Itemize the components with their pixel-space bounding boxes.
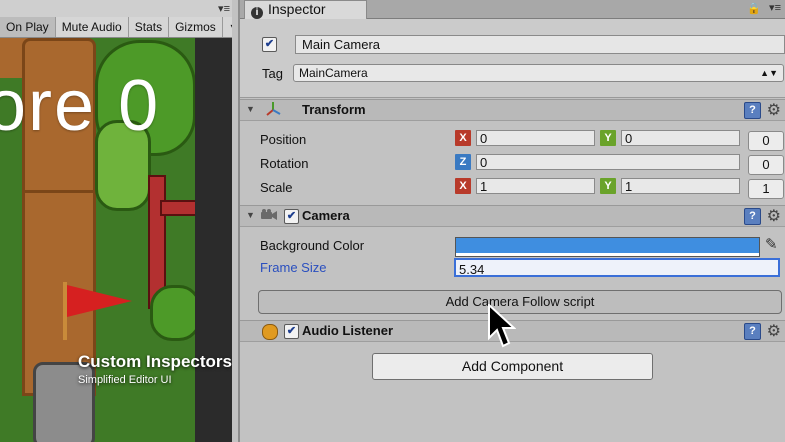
game-view-tabbar: ▾≡ [0,0,232,17]
scale-x-field[interactable]: 1 [476,178,595,194]
gizmos-toggle[interactable]: Gizmos [169,17,223,37]
tab-inspector[interactable]: i Inspector [244,0,367,19]
position-y-field[interactable]: 0 [621,130,740,146]
inspector-tabbar: i Inspector 🔒 ▾≡ [240,0,785,19]
position-y-axis-label[interactable]: Y [600,130,616,146]
position-reset-button[interactable]: 0 [748,131,784,151]
menu-icon[interactable]: ▾≡ [218,2,230,15]
position-x-axis-label[interactable]: X [455,130,471,146]
gizmos-dropdown-icon[interactable]: ▼ [223,17,232,37]
maximize-on-play-toggle[interactable]: On Play [0,17,56,37]
scale-reset-button[interactable]: 1 [748,179,784,199]
mute-audio-toggle[interactable]: Mute Audio [56,17,129,37]
lock-icon[interactable]: 🔒 [747,2,761,15]
gear-icon[interactable]: ⚙ [767,321,781,341]
active-checkbox[interactable]: ✔ [262,37,277,52]
red-flag [67,285,132,317]
score-text: ore 0 [0,66,161,146]
gameobject-header: ✔ Main Camera Tag MainCamera ▲▼ [240,19,785,98]
eyedropper-icon[interactable]: ✎ [765,235,778,253]
position-label: Position [260,132,307,147]
updown-arrow-icon: ▲▼ [760,68,778,78]
video-caption: Custom Inspectors for all scripts Simpli… [78,352,232,386]
foldout-arrow-icon[interactable]: ▼ [246,104,255,114]
stats-toggle[interactable]: Stats [129,17,170,37]
rotation-z-axis-label[interactable]: Z [455,154,471,170]
tag-dropdown[interactable]: MainCamera ▲▼ [293,64,784,82]
scale-y-axis-label[interactable]: Y [600,178,616,194]
frame-size-label: Frame Size [260,260,327,275]
help-icon[interactable]: ? [744,323,761,340]
info-icon: i [251,7,263,19]
inspector-panel: i Inspector 🔒 ▾≡ ✔ Main Camera Tag MainCa… [238,0,785,442]
caption-title: Custom Inspectors for all scripts [78,352,232,371]
rotation-reset-button[interactable]: 0 [748,155,784,175]
camera-icon [260,208,278,225]
audio-listener-icon [262,324,278,340]
color-alpha-bar [456,253,759,256]
help-icon[interactable]: ? [744,102,761,119]
tab-inspector-label: Inspector [268,1,326,17]
camera-title: Camera [302,208,350,223]
tag-dropdown-value: MainCamera [299,66,368,80]
transform-title: Transform [302,102,366,117]
gear-icon[interactable]: ⚙ [767,100,781,120]
gameobject-name-field[interactable]: Main Camera [295,35,785,54]
gear-icon[interactable]: ⚙ [767,206,781,226]
tree-branch [160,200,199,216]
rotation-label: Rotation [260,156,309,171]
audio-listener-title: Audio Listener [302,323,394,338]
transform-axes-icon [264,100,282,121]
transform-header[interactable]: ▼ Transform ? ⚙ [240,99,785,121]
background-color-label: Background Color [260,238,365,253]
frame-size-field[interactable]: 5.34 [454,258,780,277]
game-view-toolbar: On Play Mute Audio Stats Gizmos ▼ [0,17,232,38]
scale-y-field[interactable]: 1 [621,178,740,194]
scale-x-axis-label[interactable]: X [455,178,471,194]
background-color-field[interactable] [455,237,760,257]
bush [150,285,201,341]
caption-subtitle: Simplified Editor UI [78,374,172,386]
game-view[interactable]: ore 0 Custom Inspectors for all scripts … [0,0,232,442]
rotation-z-field[interactable]: 0 [476,154,740,170]
help-icon[interactable]: ? [744,208,761,225]
foldout-arrow-icon[interactable]: ▼ [246,210,255,220]
camera-header[interactable]: ▼ ✔ Camera ? ⚙ [240,205,785,227]
add-camera-follow-button[interactable]: Add Camera Follow script [258,290,782,314]
audio-listener-enabled-checkbox[interactable]: ✔ [284,324,299,339]
scale-label: Scale [260,180,293,195]
tag-label: Tag [262,66,283,81]
add-component-button[interactable]: Add Component [372,353,653,380]
menu-icon[interactable]: ▾≡ [769,1,781,14]
camera-enabled-checkbox[interactable]: ✔ [284,209,299,224]
position-x-field[interactable]: 0 [476,130,595,146]
